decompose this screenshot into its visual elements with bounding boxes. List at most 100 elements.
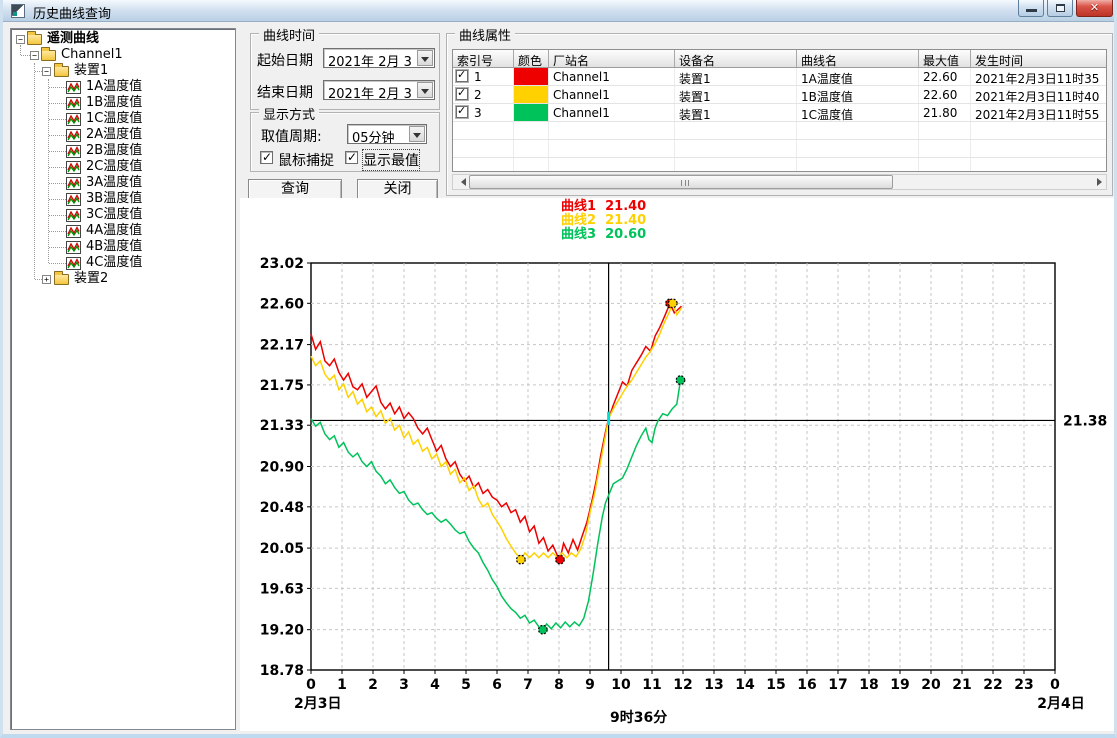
show-extremes-label: 显示最值: [363, 150, 419, 170]
curve-chart-icon: [66, 81, 81, 94]
tree-item-folder[interactable]: −Channel1: [11, 47, 235, 63]
end-date-dropdown-button[interactable]: [417, 82, 433, 98]
tree-item-curve[interactable]: 4B温度值: [11, 239, 235, 255]
tree-item-folder[interactable]: +装置2: [11, 271, 235, 287]
curve-attributes-table[interactable]: 索引号颜色厂站名设备名曲线名最大值发生时间✓1Channel1装置11A温度值2…: [452, 49, 1107, 172]
tree-item-curve[interactable]: 2C温度值: [11, 159, 235, 175]
y-axis-label: 20.05: [260, 541, 304, 557]
close-dialog-button[interactable]: 关闭: [357, 179, 438, 200]
folder-icon: [54, 274, 69, 285]
tree-item-curve[interactable]: 1A温度值: [11, 79, 235, 95]
curve-chart-icon: [66, 241, 81, 254]
end-date-value: 2021年 2月 3: [328, 83, 412, 102]
row-checkbox[interactable]: ✓: [456, 70, 468, 82]
curve-chart[interactable]: 23.0222.6022.1721.7521.3320.9020.4820.05…: [240, 198, 1116, 731]
column-header[interactable]: 颜色: [514, 50, 549, 67]
table-cell: [971, 122, 1107, 139]
table-row[interactable]: ✓2Channel1装置11B温度值22.602021年2月3日11时40: [453, 86, 1106, 104]
y-axis-label: 19.20: [260, 623, 305, 639]
tree-item-curve[interactable]: 3C温度值: [11, 207, 235, 223]
tree-item-curve[interactable]: 3A温度值: [11, 175, 235, 191]
tree-item-folder[interactable]: −装置1: [11, 63, 235, 79]
scrollbar-thumb[interactable]: [469, 175, 893, 189]
row-checkbox[interactable]: ✓: [456, 88, 468, 100]
x-axis-label: 4: [430, 677, 440, 693]
x-axis-label: 14: [735, 677, 755, 693]
tree-item-folder[interactable]: −遥测曲线: [11, 31, 235, 47]
check-icon: ✓: [347, 150, 357, 164]
table-cell: Channel1: [549, 104, 675, 121]
curve-chart-icon: [66, 161, 81, 174]
color-cell: [514, 86, 549, 103]
collapse-icon[interactable]: −: [42, 67, 51, 76]
tree-connector-stub: [49, 247, 66, 248]
minimum-marker: [517, 555, 526, 564]
tree-item-label: 2C温度值: [84, 160, 144, 174]
column-header[interactable]: 发生时间: [971, 50, 1107, 67]
tree-item-curve[interactable]: 4C温度值: [11, 255, 235, 271]
app-icon: [11, 4, 25, 18]
table-row: [453, 140, 1106, 158]
maximize-button[interactable]: [1047, 0, 1073, 17]
table-row[interactable]: ✓1Channel1装置11A温度值22.602021年2月3日11时35: [453, 68, 1106, 86]
tree-item-curve[interactable]: 4A温度值: [11, 223, 235, 239]
scroll-left-button[interactable]: [453, 175, 468, 189]
table-row: [453, 158, 1106, 172]
close-icon: ✕: [1077, 1, 1112, 14]
curve-attributes-title: 曲线属性: [455, 25, 515, 44]
index-cell: ✓1: [453, 68, 514, 85]
curve-chart-icon: [66, 129, 81, 142]
title-bar[interactable]: 历史曲线查询 ✕: [3, 0, 1114, 22]
table-cell: [549, 158, 675, 172]
x-axis-label: 8: [554, 677, 564, 693]
check-icon: ✓: [262, 150, 272, 164]
y-axis-label: 20.90: [260, 460, 305, 476]
close-button[interactable]: ✕: [1076, 0, 1113, 17]
x-axis-label: 3: [399, 677, 409, 693]
y-axis-label: 21.33: [260, 418, 304, 434]
minimize-button[interactable]: [1018, 0, 1044, 17]
column-header[interactable]: 索引号: [453, 50, 514, 67]
tree-item-curve[interactable]: 2A温度值: [11, 127, 235, 143]
expand-icon[interactable]: +: [42, 275, 51, 284]
collapse-icon[interactable]: −: [30, 51, 39, 60]
tree-item-label: 3C温度值: [84, 208, 144, 222]
column-header[interactable]: 设备名: [675, 50, 797, 67]
show-extremes-checkbox[interactable]: ✓: [345, 151, 358, 164]
x-axis-label: 2: [368, 677, 378, 693]
curve-chart-icon: [66, 145, 81, 158]
maximum-marker: [668, 299, 677, 308]
tree-item-curve[interactable]: 2B温度值: [11, 143, 235, 159]
column-header[interactable]: 厂站名: [549, 50, 675, 67]
x-axis-label: 7: [523, 677, 533, 693]
period-combobox[interactable]: 05分钟: [347, 124, 427, 144]
table-row[interactable]: ✓3Channel1装置11C温度值21.802021年2月3日11时55: [453, 104, 1106, 122]
end-date-combobox[interactable]: 2021年 2月 3: [323, 80, 435, 100]
tree-item-label: 1C温度值: [84, 112, 144, 126]
x-axis-label: 9: [585, 677, 595, 693]
tree-item-curve[interactable]: 1B温度值: [11, 95, 235, 111]
scroll-right-button[interactable]: [1091, 175, 1106, 189]
check-icon: ✓: [457, 68, 466, 81]
tree-item-curve[interactable]: 1C温度值: [11, 111, 235, 127]
mouse-capture-checkbox[interactable]: ✓: [260, 151, 273, 164]
tree-item-curve[interactable]: 3B温度值: [11, 191, 235, 207]
start-date-dropdown-button[interactable]: [417, 50, 433, 66]
column-header[interactable]: 曲线名: [797, 50, 919, 67]
column-header[interactable]: 最大值: [919, 50, 971, 67]
curve-chart-icon: [66, 257, 81, 270]
x-axis-label: 17: [828, 677, 847, 693]
y-axis-label: 19.63: [260, 581, 304, 597]
tree[interactable]: −遥测曲线−Channel1−装置11A温度值1B温度值1C温度值2A温度值2B…: [10, 28, 236, 730]
query-button[interactable]: 查询: [248, 179, 342, 200]
table-horizontal-scrollbar[interactable]: [452, 174, 1107, 190]
start-date-combobox[interactable]: 2021年 2月 3: [323, 48, 435, 68]
table-cell: 2021年2月3日11时40: [971, 86, 1107, 103]
collapse-icon[interactable]: −: [16, 35, 25, 44]
period-dropdown-button[interactable]: [409, 126, 425, 142]
table-cell: [675, 140, 797, 157]
y-axis-label: 18.78: [260, 663, 304, 679]
tree-item-label: 2B温度值: [84, 144, 144, 158]
table-cell: [549, 122, 675, 139]
row-checkbox[interactable]: ✓: [456, 106, 468, 118]
